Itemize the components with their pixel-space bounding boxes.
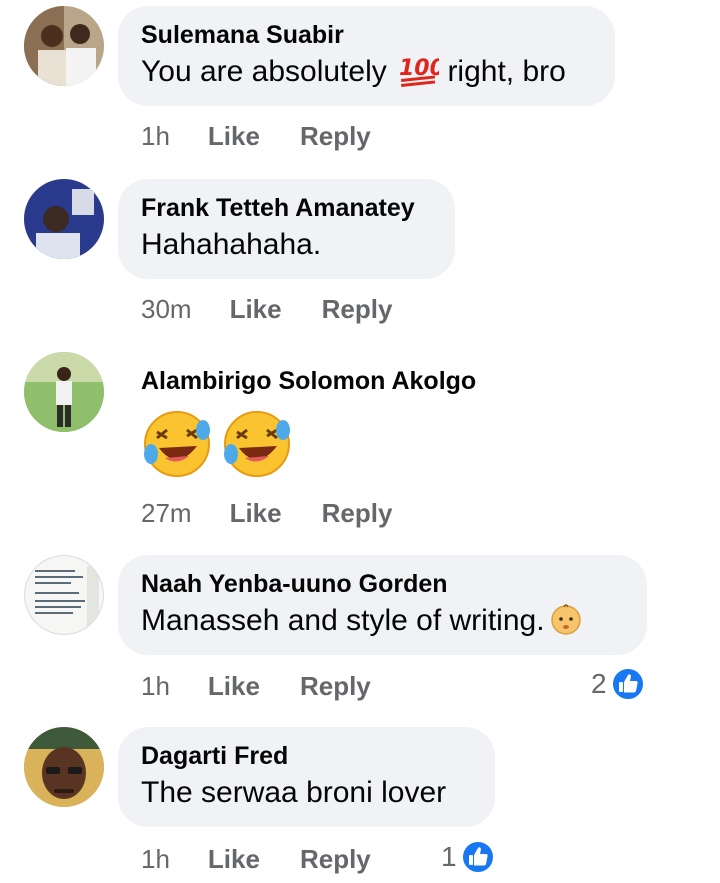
avatar[interactable] [24,727,104,807]
like-button[interactable]: Like [208,118,260,154]
comment-text-part: You are absolutely [141,55,387,88]
reply-button[interactable]: Reply [322,495,393,531]
thumbs-up-icon [610,667,645,701]
comment-bubble[interactable]: Naah Yenba-uuno Gorden Manasseh and styl… [118,555,647,655]
hundred-points-icon: 100 [399,53,445,98]
comment-text-part: right, bro [447,55,566,88]
baby-face-icon [549,602,583,647]
rolling-laughing-icon [221,408,293,480]
reply-button[interactable]: Reply [322,291,393,327]
comment-timestamp[interactable]: 27m [141,495,192,531]
like-button[interactable]: Like [208,841,260,877]
avatar[interactable] [24,6,104,86]
comment-author[interactable]: Alambirigo Solomon Akolgo [141,366,514,396]
avatar[interactable] [24,352,104,432]
comment-author[interactable]: Frank Tetteh Amanatey [141,193,431,223]
like-button[interactable]: Like [230,291,282,327]
like-button[interactable]: Like [208,668,260,704]
comment-text: The serwaa broni lover [141,776,447,809]
comment-bubble[interactable]: Sulemana Suabir You are absolutely 100 r… [118,6,615,106]
thumbs-up-icon [460,840,495,874]
emoji-row [141,408,514,485]
comment-timestamp[interactable]: 1h [141,841,170,877]
avatar[interactable] [24,179,104,259]
reaction-summary[interactable]: 2 [591,666,645,702]
comment-bubble[interactable]: Alambirigo Solomon Akolgo [118,352,538,492]
comment-text: You are absolutely 100 right, bro [141,52,591,98]
comment-actions: 30m Like Reply [141,291,392,327]
comment-text: Manasseh and style of writing. [141,601,623,647]
comment-actions: 27m Like Reply [141,495,392,531]
comment-actions: 1h Like Reply [141,668,371,704]
like-button[interactable]: Like [230,495,282,531]
comment-author[interactable]: Naah Yenba-uuno Gorden [141,569,623,599]
comment-author[interactable]: Dagarti Fred [141,741,471,771]
reply-button[interactable]: Reply [300,841,371,877]
reaction-count: 2 [591,668,607,699]
comment-bubble[interactable]: Dagarti Fred The serwaa broni lover [118,727,495,827]
comment-text: Hahahahaha. [141,228,322,261]
reaction-count: 1 [441,841,457,872]
reply-button[interactable]: Reply [300,118,371,154]
comment-text-part: Manasseh and style of writing. [141,604,545,637]
comment-timestamp[interactable]: 1h [141,668,170,704]
comment-timestamp[interactable]: 30m [141,291,192,327]
avatar[interactable] [24,555,104,635]
comment-actions: 1h Like Reply [141,841,371,877]
comment-timestamp[interactable]: 1h [141,118,170,154]
rolling-laughing-icon [141,408,213,480]
comment-actions: 1h Like Reply [141,118,371,154]
comment-author[interactable]: Sulemana Suabir [141,20,591,50]
comment-bubble[interactable]: Frank Tetteh Amanatey Hahahahaha. [118,179,455,279]
reaction-summary[interactable]: 1 [441,839,495,875]
reply-button[interactable]: Reply [300,668,371,704]
